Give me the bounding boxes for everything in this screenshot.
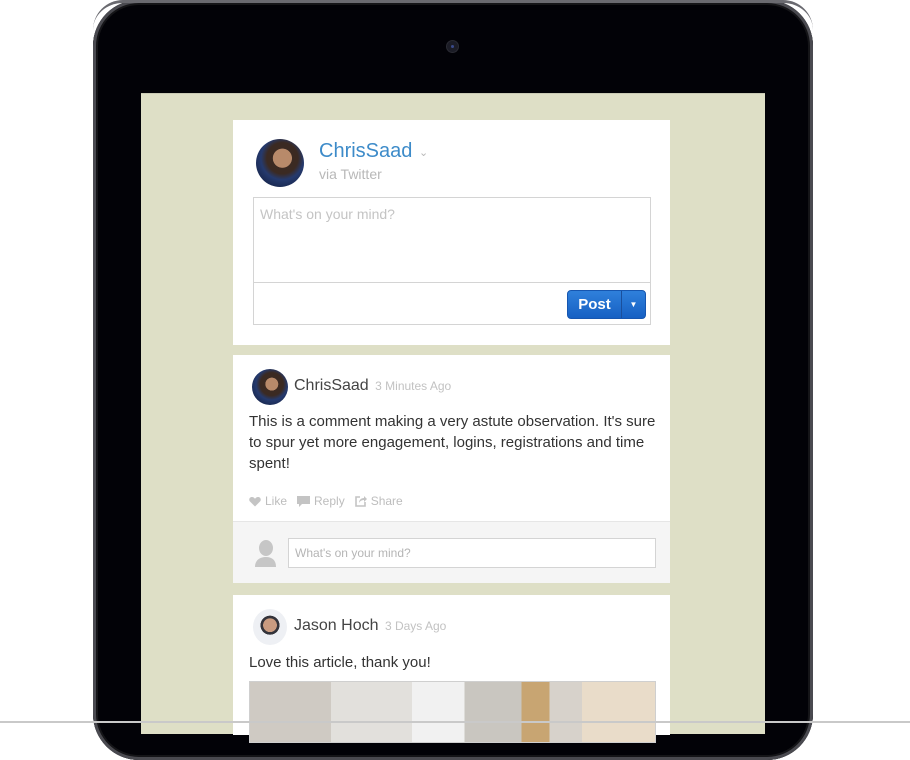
share-label: Share xyxy=(370,494,403,508)
comment-author[interactable]: ChrisSaad xyxy=(294,377,369,394)
comment-timestamp: 3 Days Ago xyxy=(384,619,447,633)
user-avatar xyxy=(256,139,304,187)
comment-item: Jason Hoch 3 Days Ago Love this article,… xyxy=(233,595,670,743)
speech-bubble-icon xyxy=(297,495,311,507)
comment-author[interactable]: Jason Hoch xyxy=(294,617,379,634)
camera-icon xyxy=(447,41,458,52)
post-options-caret-icon[interactable]: ▼ xyxy=(622,291,645,318)
comment-avatar[interactable] xyxy=(253,609,287,645)
account-chevron-down-icon[interactable]: ⌄ xyxy=(419,146,428,159)
comment-header: ChrisSaad 3 Minutes Ago xyxy=(294,377,451,395)
composer-box: Post ▼ xyxy=(253,197,651,325)
comment-actions: Like Reply Share xyxy=(249,494,403,508)
reply-input[interactable] xyxy=(288,538,656,568)
like-label: Like xyxy=(265,494,288,508)
account-name[interactable]: ChrisSaad xyxy=(319,140,412,163)
comment-body: Love this article, thank you! xyxy=(249,654,431,671)
reply-area xyxy=(233,521,670,583)
comment-header: Jason Hoch 3 Days Ago xyxy=(294,617,446,635)
comment-avatar[interactable] xyxy=(252,369,288,405)
post-composer: ChrisSaad ⌄ via Twitter Post ▼ xyxy=(233,120,670,345)
post-button[interactable]: Post xyxy=(568,291,622,318)
reply-button[interactable]: Reply xyxy=(297,494,345,508)
share-button[interactable]: Share xyxy=(354,494,403,508)
user-silhouette-icon xyxy=(255,540,276,567)
heart-icon xyxy=(249,496,261,506)
post-button-group: Post ▼ xyxy=(567,290,646,319)
like-button[interactable]: Like xyxy=(249,494,287,508)
comment-body: This is a comment making a very astute o… xyxy=(249,413,656,472)
comment-timestamp: 3 Minutes Ago xyxy=(375,379,452,393)
share-icon xyxy=(354,496,367,507)
composer-input[interactable] xyxy=(254,198,650,283)
comment-item: ChrisSaad 3 Minutes Ago This is a commen… xyxy=(233,355,670,583)
account-source: via Twitter xyxy=(319,166,382,182)
reply-label: Reply xyxy=(314,494,345,508)
attached-photo[interactable] xyxy=(249,681,656,743)
